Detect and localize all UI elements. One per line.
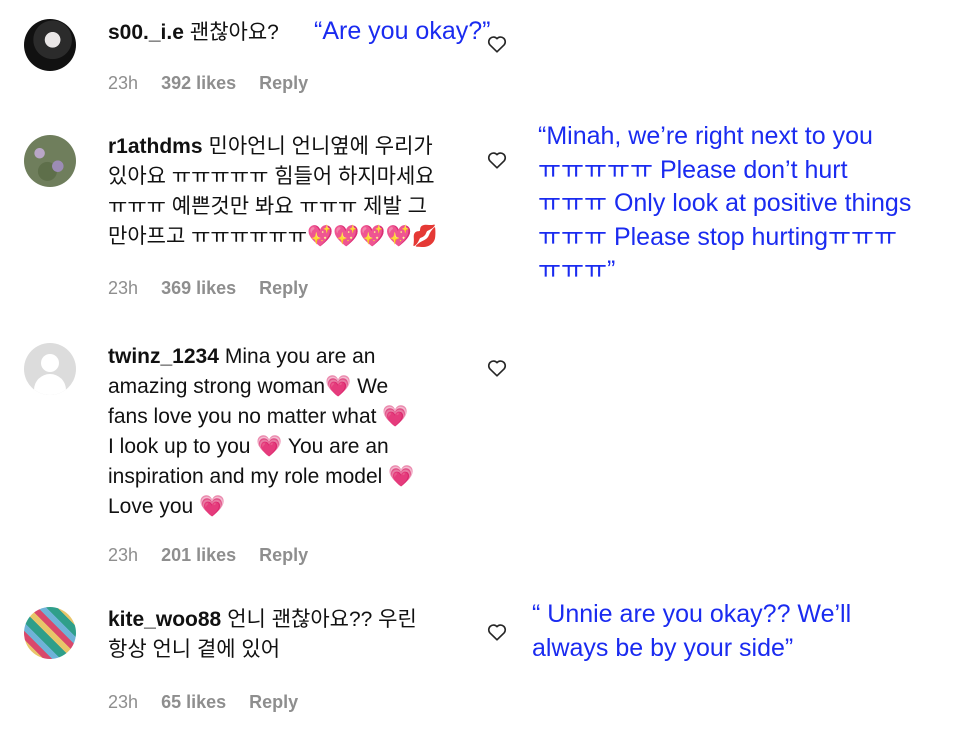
heart-outline-icon[interactable] (486, 621, 508, 643)
comment-text-block: kite_woo88 언니 괜찮아요?? 우린 항상 언니 곁에 있어 (108, 605, 417, 665)
comment-meta: 23h 369 likes Reply (108, 278, 326, 299)
heart-outline-icon[interactable] (486, 149, 508, 171)
translation-annotation: “Are you okay?” (314, 17, 491, 45)
comment-meta: 23h 392 likes Reply (108, 73, 326, 94)
translation-annotation: “Minah, we’re right next to you ㅠㅠㅠㅠㅠ Pl… (538, 122, 912, 284)
avatar[interactable] (24, 343, 76, 395)
default-avatar-body (34, 374, 66, 395)
avatar[interactable] (24, 19, 76, 71)
comment-text-block: twinz_1234 Mina you are an amazing strong… (108, 342, 414, 522)
comment-meta: 23h 201 likes Reply (108, 545, 326, 566)
comment-username[interactable]: twinz_1234 (108, 345, 219, 368)
reply-button[interactable]: Reply (259, 73, 308, 93)
comment-body: 괜찮아요? (189, 21, 279, 44)
reply-button[interactable]: Reply (259, 545, 308, 565)
heart-outline-icon[interactable] (486, 357, 508, 379)
comment-text-block: s00._i.e 괜찮아요? (108, 18, 279, 48)
comment-username[interactable]: s00._i.e (108, 21, 184, 44)
comment-body: Mina you are an amazing strong woman💗 We… (108, 345, 415, 518)
comment-likes[interactable]: 392 likes (161, 73, 236, 93)
reply-button[interactable]: Reply (249, 692, 298, 712)
comment-time: 23h (108, 278, 139, 298)
translation-annotation: “ Unnie are you okay?? We’ll always be b… (532, 600, 852, 662)
comment-time: 23h (108, 692, 139, 712)
comment-username[interactable]: r1athdms (108, 135, 203, 158)
reply-button[interactable]: Reply (259, 278, 308, 298)
comment-meta: 23h 65 likes Reply (108, 692, 316, 713)
avatar[interactable] (24, 135, 76, 187)
comment-time: 23h (108, 73, 139, 93)
comment-likes[interactable]: 369 likes (161, 278, 236, 298)
comment-likes[interactable]: 65 likes (161, 692, 226, 712)
comment-likes[interactable]: 201 likes (161, 545, 236, 565)
comment-text-block: r1athdms 민아언니 언니옆에 우리가 있아요 ㅠㅠㅠㅠㅠ 힘들어 하지마세… (108, 132, 438, 252)
default-avatar-head (41, 354, 59, 372)
comment-username[interactable]: kite_woo88 (108, 608, 221, 631)
avatar[interactable] (24, 607, 76, 659)
comment-time: 23h (108, 545, 139, 565)
